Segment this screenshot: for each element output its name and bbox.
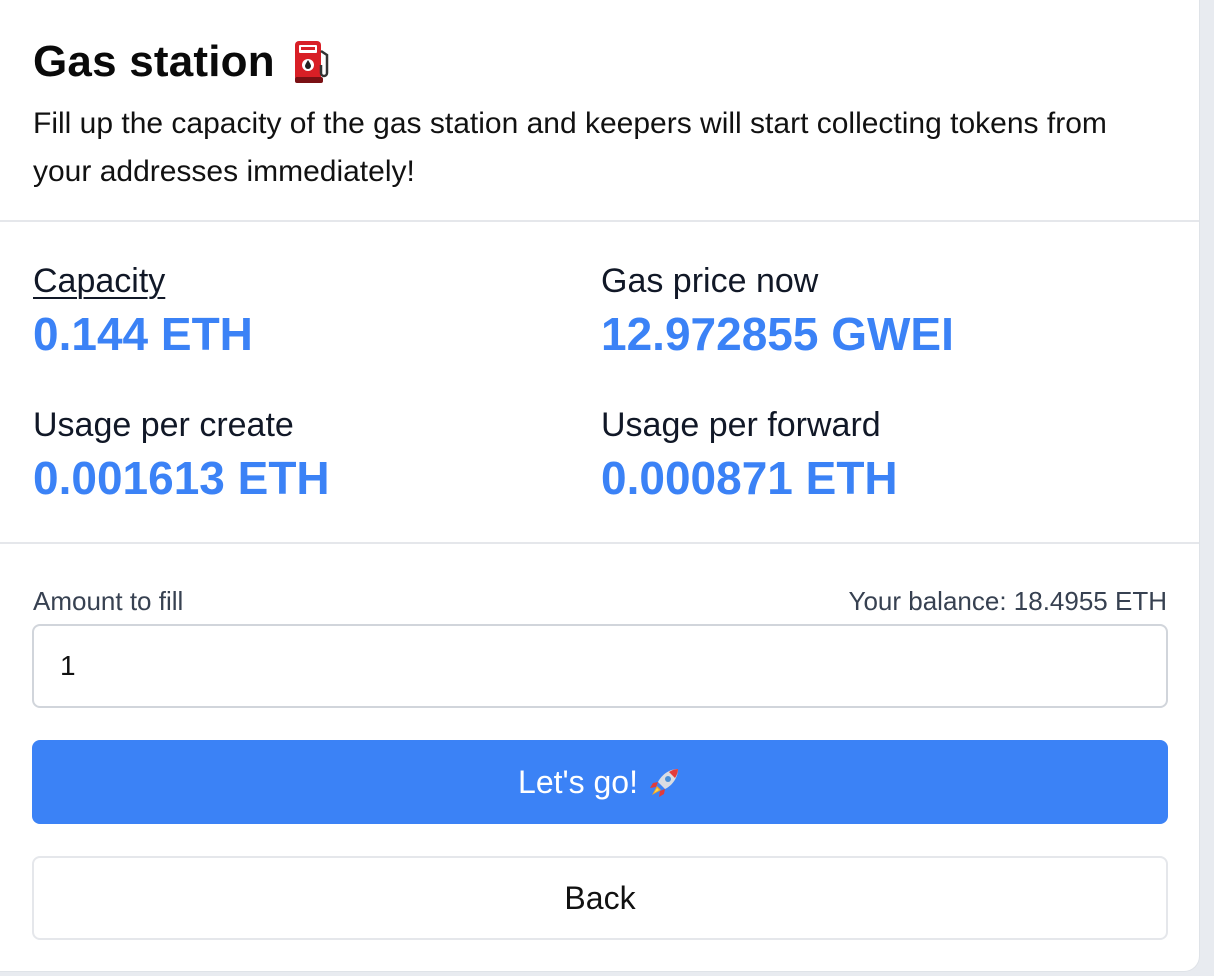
- page-title: Gas station: [33, 37, 275, 86]
- lets-go-button[interactable]: Let's go!: [32, 740, 1168, 824]
- amount-row: Amount to fill Your balance: 18.4955 ETH: [33, 586, 1167, 617]
- back-button[interactable]: Back: [32, 856, 1168, 940]
- usage-create-value: 0.001613 ETH: [33, 452, 330, 504]
- stat-capacity: Capacity 0.144 ETH: [33, 260, 553, 362]
- gas-price-label: Gas price now: [601, 262, 819, 300]
- page-subtitle: Fill up the capacity of the gas station …: [33, 107, 1107, 188]
- fuel-pump-icon: [293, 39, 333, 85]
- stat-gas-price: Gas price now 12.972855 GWEI: [601, 260, 1121, 362]
- card-header: Gas station Fill up the capacity of the …: [0, 0, 1199, 222]
- capacity-value: 0.144 ETH: [33, 308, 253, 360]
- stat-usage-forward: Usage per forward 0.000871 ETH: [601, 404, 1121, 506]
- amount-label: Amount to fill: [33, 586, 184, 616]
- stat-usage-create: Usage per create 0.001613 ETH: [33, 404, 553, 506]
- usage-forward-value: 0.000871 ETH: [601, 452, 898, 504]
- balance-text: Your balance: 18.4955 ETH: [848, 586, 1168, 616]
- capacity-label[interactable]: Capacity: [33, 260, 553, 302]
- gas-station-card: Gas station Fill up the capacity of the …: [0, 0, 1200, 972]
- title-row: Gas station: [33, 36, 1166, 88]
- amount-input[interactable]: [32, 624, 1168, 708]
- usage-forward-label: Usage per forward: [601, 406, 881, 444]
- rocket-icon: [648, 765, 682, 799]
- gas-price-value: 12.972855 GWEI: [601, 308, 954, 360]
- stats-section: Capacity 0.144 ETH Gas price now 12.9728…: [0, 222, 1199, 544]
- usage-create-label: Usage per create: [33, 406, 294, 444]
- lets-go-label: Let's go!: [518, 763, 638, 800]
